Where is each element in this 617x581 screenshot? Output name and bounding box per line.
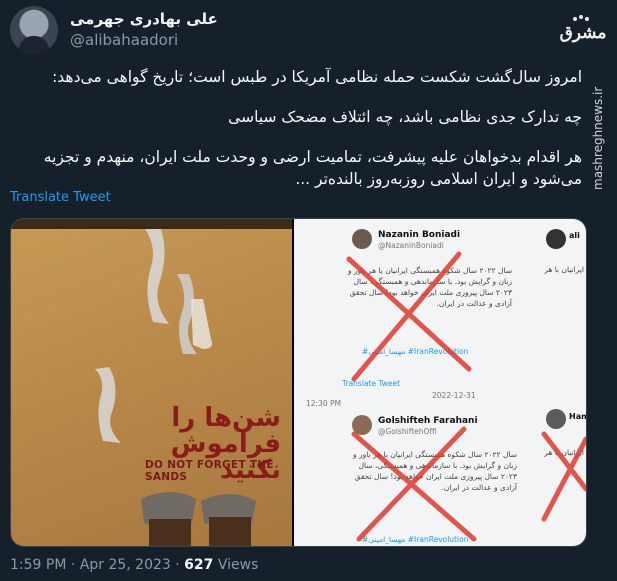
- author-name[interactable]: علی بهادری جهرمی: [70, 10, 218, 28]
- source-watermark: mashreghnews.ir: [589, 60, 609, 190]
- views-label: Views: [217, 557, 259, 573]
- red-cross-marks: [346, 251, 586, 542]
- tweet-media[interactable]: شن‌ها را فراموش نکنید DO NOT FORGET THE …: [10, 218, 587, 547]
- tweet-paragraph-1: امروز سال‌گشت شکست حمله نظامی آمریکا در …: [52, 68, 582, 86]
- avatar[interactable]: [10, 6, 58, 54]
- tweet-text: امروز سال‌گشت شکست حمله نظامی آمریکا در …: [10, 66, 582, 190]
- views-count: 627: [184, 557, 214, 573]
- meta-separator: ·: [70, 557, 76, 573]
- author-handle[interactable]: @alibahaadori: [70, 31, 178, 49]
- svg-text:مشرق: مشرق: [560, 23, 607, 43]
- tweet-time[interactable]: 1:59 PM: [10, 557, 66, 573]
- tweet-date[interactable]: Apr 25, 2023: [80, 557, 171, 573]
- tweets-screenshot-image[interactable]: Nazanin Boniadi @NazaninBoniadi سال ۲۰۲۲…: [294, 219, 586, 546]
- tweet-meta: 1:59 PM · Apr 25, 2023 · 627 Views: [10, 557, 258, 573]
- watermark-text: mashreghnews.ir: [591, 86, 605, 190]
- poster-title-en: DO NOT FORGET THE SANDS: [145, 459, 274, 483]
- mashregh-logo-icon: مشرق: [560, 15, 607, 43]
- tweet-paragraph-2: چه تدارک جدی نظامی باشد، چه ائتلاف مضحک …: [228, 108, 582, 126]
- meta-separator-2: ·: [175, 557, 180, 573]
- poster-image[interactable]: شن‌ها را فراموش نکنید DO NOT FORGET THE …: [11, 219, 292, 546]
- tweet-paragraph-3: هر اقدام بدخواهان علیه پیشرفت، تمامیت ار…: [43, 148, 582, 188]
- footprints-illustration: [95, 229, 256, 546]
- translate-tweet-link[interactable]: Translate Tweet: [10, 190, 111, 205]
- tweet-header: علی بهادری جهرمی @alibahaadori مشرق: [10, 6, 607, 56]
